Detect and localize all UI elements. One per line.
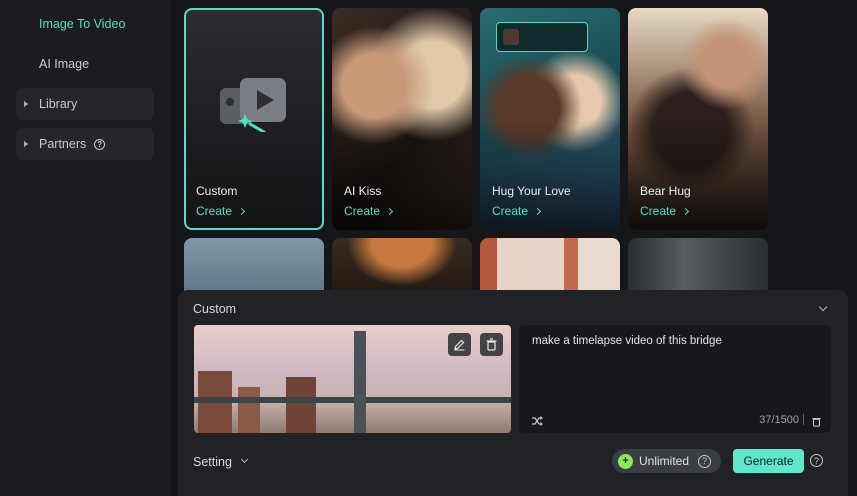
sidebar-item-label: Library bbox=[39, 97, 78, 111]
unlimited-badge[interactable]: + Unlimited ? bbox=[612, 449, 721, 473]
custom-panel: Custom make a timelapse video of this br… bbox=[178, 290, 848, 496]
chevron-right-icon bbox=[681, 207, 690, 215]
template-card-partial[interactable] bbox=[480, 238, 620, 298]
shuffle-icon[interactable] bbox=[531, 415, 543, 427]
sidebar: Image To Video AI Image Library Partners… bbox=[0, 0, 170, 496]
image-content bbox=[354, 331, 366, 433]
create-link[interactable]: Create bbox=[492, 204, 542, 218]
template-card-custom[interactable]: Custom Create bbox=[184, 8, 324, 230]
chevron-right-icon bbox=[237, 207, 246, 215]
setting-chevron-icon[interactable] bbox=[240, 455, 249, 464]
help-icon[interactable]: ? bbox=[94, 138, 106, 150]
delete-image-button[interactable] bbox=[480, 333, 503, 356]
template-card-partial[interactable] bbox=[184, 238, 324, 298]
sidebar-item-label: Partners bbox=[39, 137, 87, 151]
template-card-hug-your-love[interactable]: Hug Your Love Create bbox=[480, 8, 620, 230]
plus-icon: + bbox=[618, 453, 633, 469]
sidebar-item-partners[interactable]: Partners ? bbox=[16, 128, 154, 160]
collapse-chevron-icon[interactable] bbox=[818, 302, 828, 312]
edit-image-button[interactable] bbox=[448, 333, 471, 356]
sidebar-item-ai-image[interactable]: AI Image bbox=[16, 48, 154, 80]
divider bbox=[803, 414, 804, 425]
setting-dropdown[interactable]: Setting bbox=[193, 455, 232, 469]
card-title: Custom bbox=[196, 184, 238, 198]
card-title: Bear Hug bbox=[640, 184, 691, 198]
trash-icon bbox=[486, 338, 497, 351]
template-card-partial[interactable] bbox=[628, 238, 768, 298]
create-link[interactable]: Create bbox=[196, 204, 246, 218]
caret-right-icon bbox=[24, 141, 28, 147]
prompt-text: make a timelapse video of this bridge bbox=[532, 335, 722, 347]
generate-button[interactable]: Generate bbox=[733, 449, 804, 473]
template-card-partial[interactable] bbox=[332, 238, 472, 298]
create-link[interactable]: Create bbox=[640, 204, 690, 218]
chevron-right-icon bbox=[533, 207, 542, 215]
caret-right-icon bbox=[24, 101, 28, 107]
prompt-textarea[interactable]: make a timelapse video of this bridge 37… bbox=[519, 325, 831, 433]
image-content bbox=[286, 377, 316, 433]
chevron-right-icon bbox=[385, 207, 394, 215]
panel-title: Custom bbox=[193, 302, 237, 316]
custom-video-icon bbox=[220, 78, 286, 132]
pencil-icon bbox=[454, 339, 465, 351]
sidebar-item-label: AI Image bbox=[39, 57, 90, 71]
template-card-bear-hug[interactable]: Bear Hug Create bbox=[628, 8, 768, 230]
create-link[interactable]: Create bbox=[344, 204, 394, 218]
sidebar-item-label: Image To Video bbox=[39, 17, 126, 31]
clear-prompt-icon[interactable] bbox=[811, 416, 822, 427]
template-card-ai-kiss[interactable]: AI Kiss Create bbox=[332, 8, 472, 230]
character-counter: 37/1500 bbox=[759, 414, 799, 426]
uploaded-image[interactable] bbox=[194, 325, 511, 433]
help-icon[interactable]: ? bbox=[810, 454, 823, 467]
card-title: AI Kiss bbox=[344, 184, 382, 198]
image-content bbox=[238, 387, 260, 433]
sidebar-item-image-to-video[interactable]: Image To Video bbox=[16, 8, 154, 40]
image-content bbox=[194, 397, 511, 403]
sidebar-item-library[interactable]: Library bbox=[16, 88, 154, 120]
card-title: Hug Your Love bbox=[492, 184, 571, 198]
help-icon[interactable]: ? bbox=[698, 454, 712, 468]
